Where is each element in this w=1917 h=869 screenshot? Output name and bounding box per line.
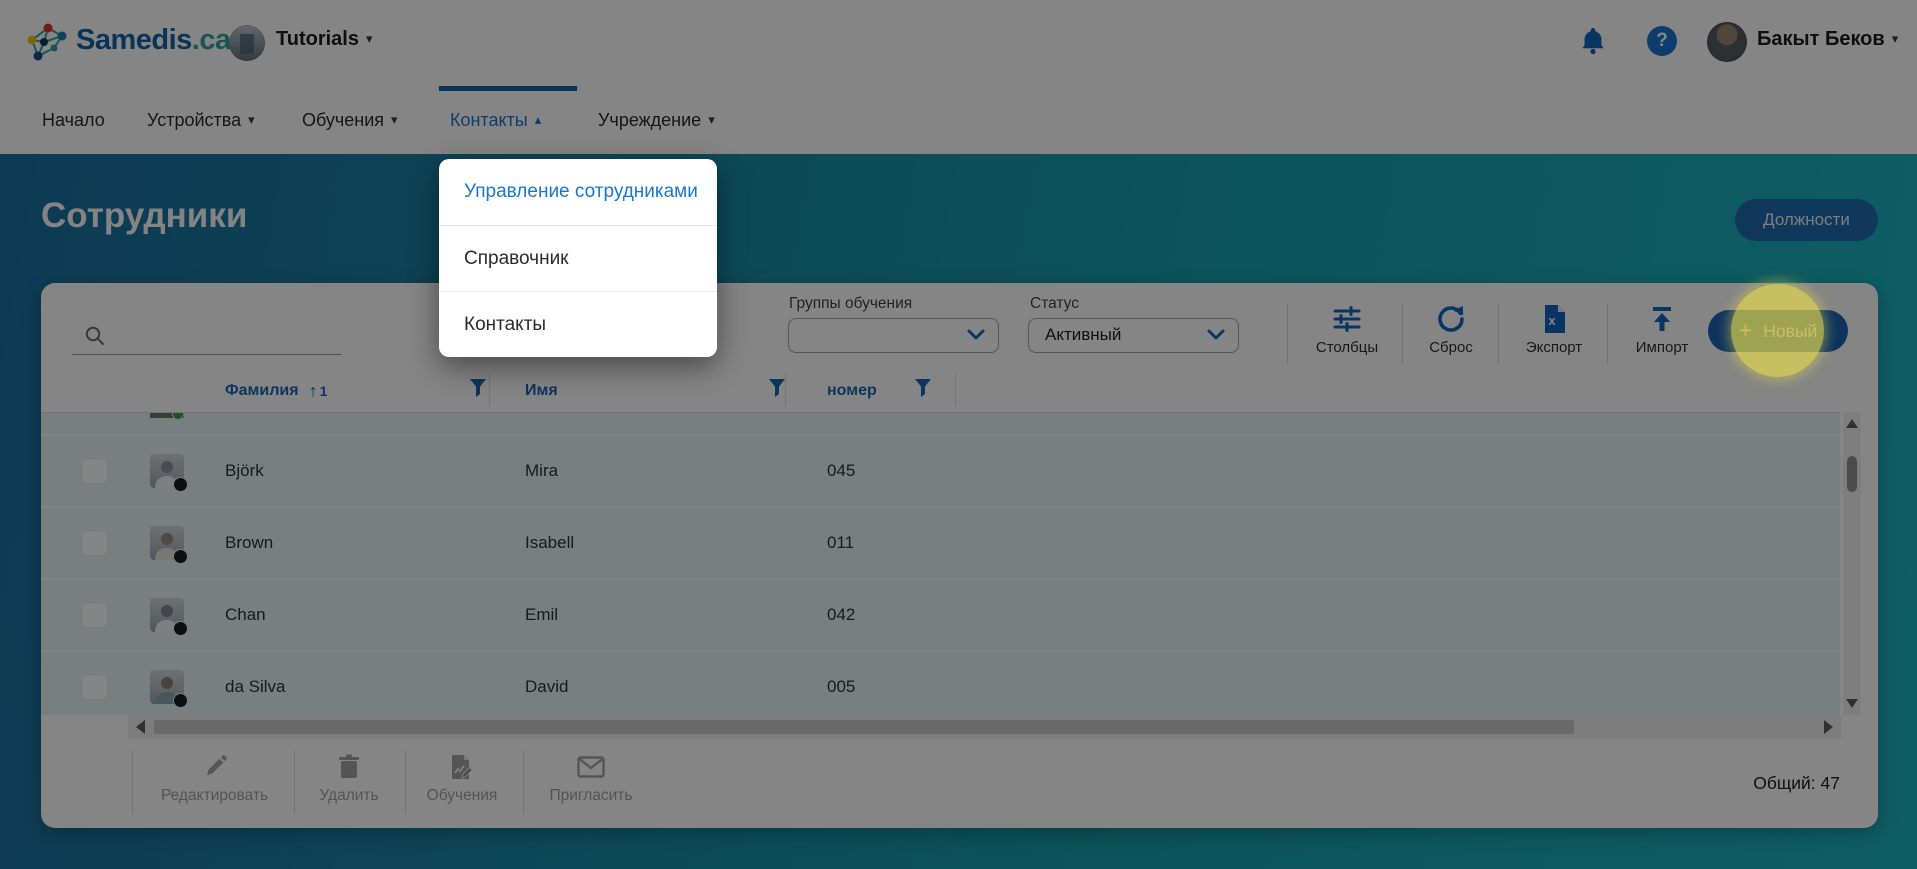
menu-item-label: Справочник <box>464 248 569 269</box>
menu-item-label: Контакты <box>464 314 546 335</box>
menu-item-directory[interactable]: Справочник <box>439 225 717 291</box>
menu-item-contacts[interactable]: Контакты <box>439 291 717 357</box>
menu-item-employee-management[interactable]: Управление сотрудниками <box>439 159 717 225</box>
menu-item-label: Управление сотрудниками <box>464 181 698 202</box>
dim-overlay[interactable] <box>0 0 1917 869</box>
contacts-dropdown-menu: Управление сотрудниками Справочник Конта… <box>439 159 717 357</box>
tutorial-spotlight <box>1731 284 1824 377</box>
app-window: Samedis.care Tutorials▾ ? Бакыт Беков▾ Н… <box>0 0 1917 869</box>
